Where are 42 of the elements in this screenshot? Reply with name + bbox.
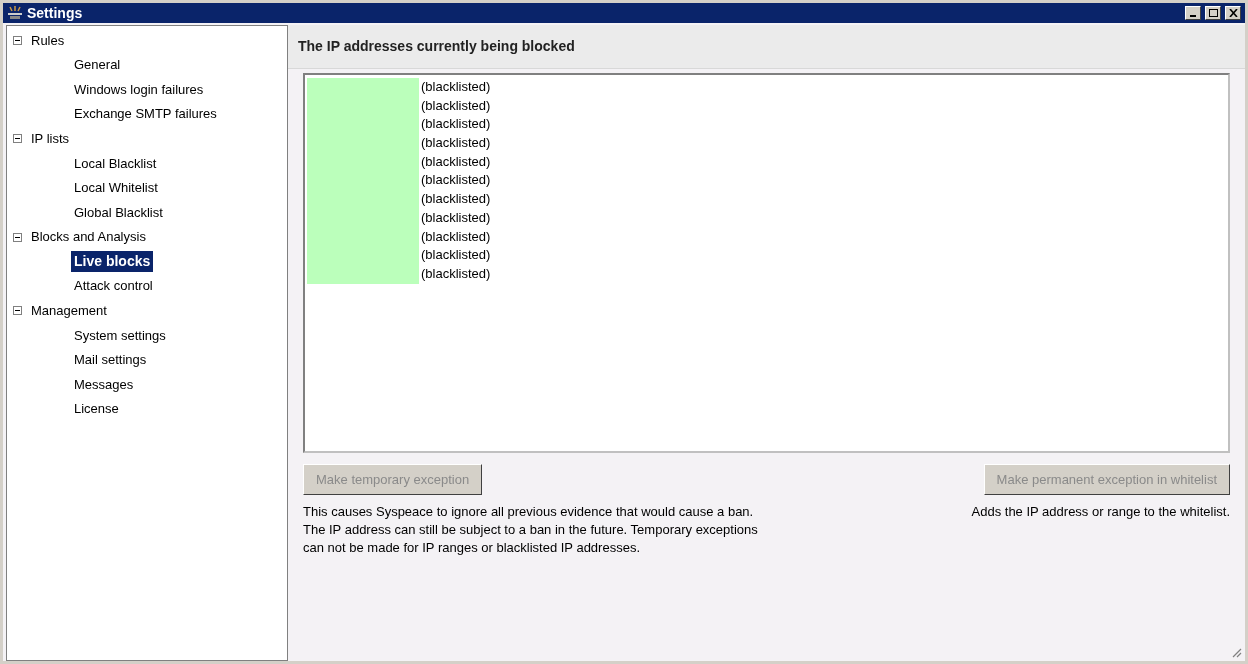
temporary-exception-description: This causes Syspeace to ignore all previous evidence that would cause a ban. The IP address can still be subject to a ban in the future. Temporary exceptions can not be made for IP ranges or blacklisted IP addresses. [303, 503, 759, 557]
tree-item[interactable]: Live blocks [71, 251, 154, 273]
maximize-icon [1208, 9, 1218, 17]
expander-icon[interactable] [13, 134, 22, 144]
list-item[interactable]: (blacklisted) [419, 227, 491, 247]
tree-item[interactable]: Messages [71, 374, 137, 395]
expander-icon[interactable] [13, 232, 22, 242]
list-item[interactable]: (blacklisted) [419, 246, 491, 265]
minimize-button[interactable] [1185, 6, 1201, 20]
permanent-exception-description: Adds the IP address or range to the whitelist. [971, 503, 1230, 521]
tree-item[interactable]: General [71, 55, 124, 75]
list-item[interactable]: (blacklisted) [419, 152, 491, 172]
tree-item[interactable]: License [71, 399, 122, 419]
tree-item[interactable]: Local Whitelist [71, 178, 161, 198]
tree-item[interactable]: System settings [71, 325, 169, 346]
tree-group[interactable]: Rules [31, 30, 65, 51]
app-icon [7, 6, 23, 20]
tree-item[interactable]: Global Blacklist [71, 202, 166, 223]
resize-grip-icon[interactable] [1230, 646, 1242, 658]
tree-item[interactable]: Attack control [71, 276, 156, 296]
maximize-button[interactable] [1205, 6, 1221, 20]
list-item[interactable]: (blacklisted) [419, 190, 491, 209]
tree-item[interactable]: Mail settings [71, 350, 150, 370]
list-item[interactable]: (blacklisted) [419, 171, 491, 191]
list-item[interactable]: (blacklisted) [419, 78, 491, 97]
list-item[interactable]: (blacklisted) [419, 115, 491, 135]
panel-heading: The IP addresses currently being blocked [298, 37, 575, 56]
close-button[interactable] [1225, 6, 1241, 20]
list-item[interactable]: (blacklisted) [419, 264, 491, 284]
window-title: Settings [27, 3, 83, 23]
expander-icon[interactable] [13, 306, 22, 316]
tree-group[interactable]: Management [31, 301, 107, 321]
list-item[interactable]: (blacklisted) [419, 134, 491, 153]
tree-group[interactable]: Blocks and Analysis [31, 227, 146, 247]
list-item[interactable]: (blacklisted) [419, 208, 491, 228]
close-icon [1228, 9, 1238, 17]
list-item[interactable]: (blacklisted) [419, 96, 491, 116]
tree-group[interactable]: IP lists [31, 128, 70, 149]
tree-item[interactable]: Local Blacklist [71, 153, 160, 173]
tree-item[interactable]: Exchange SMTP failures [71, 104, 220, 124]
expander-icon[interactable] [13, 35, 22, 45]
tree-item[interactable]: Windows login failures [71, 79, 207, 100]
